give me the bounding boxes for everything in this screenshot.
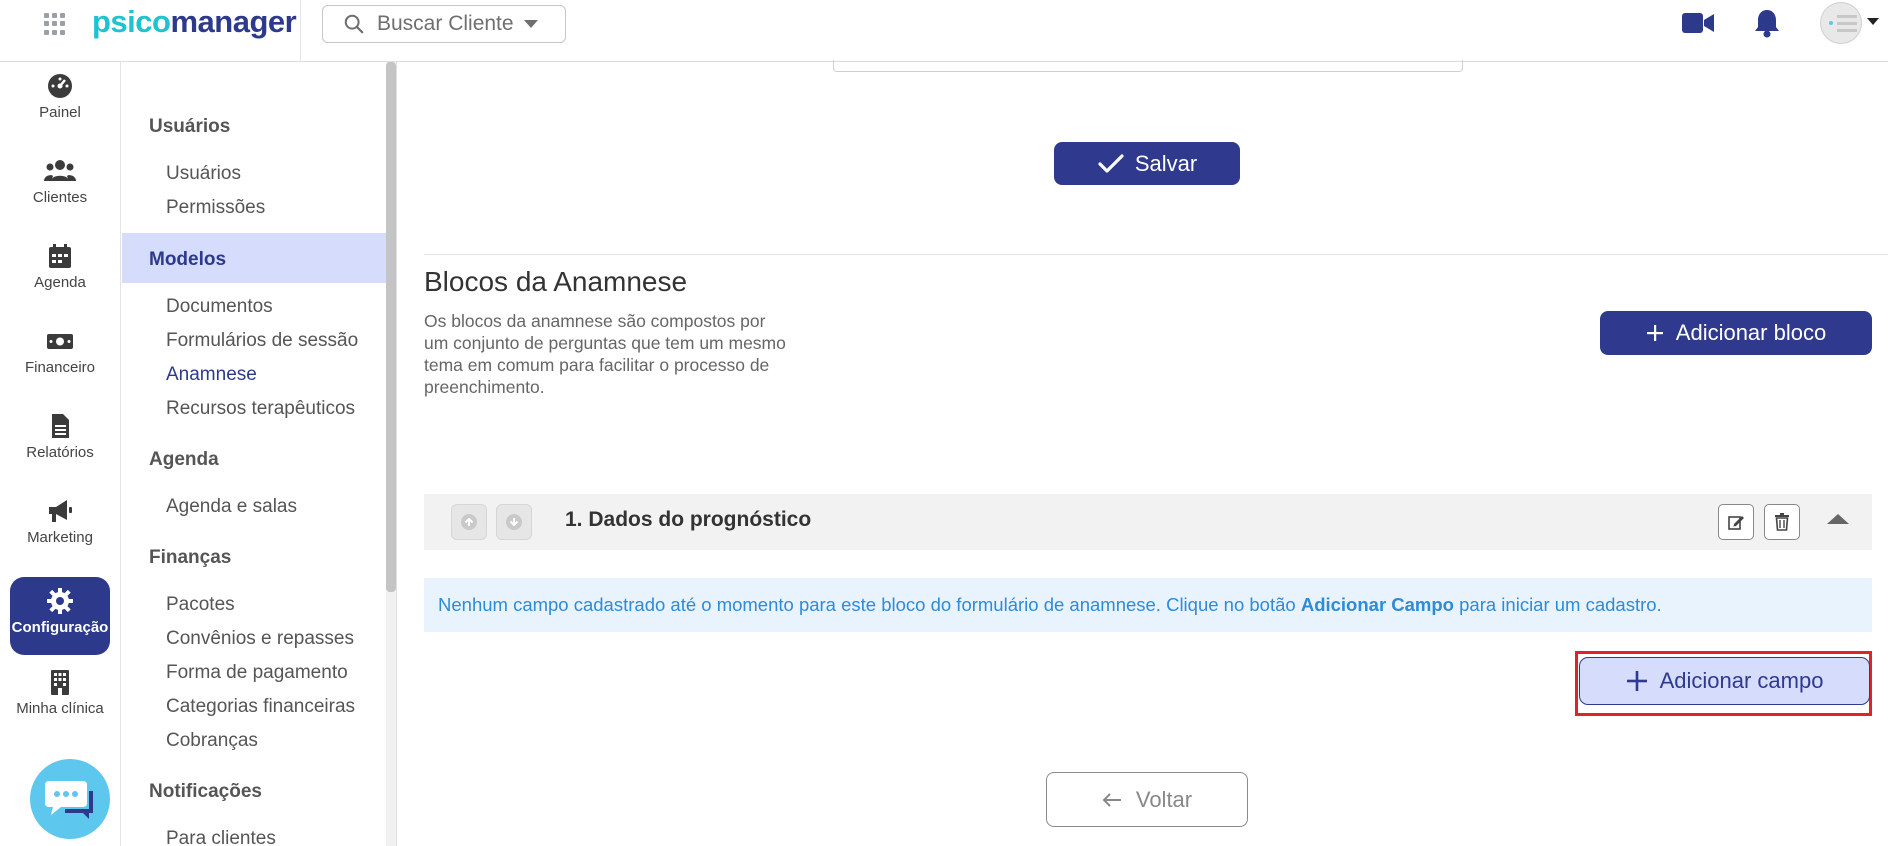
submenu-section-title: Notificações — [149, 781, 262, 802]
block-header-row: 1. Dados do prognóstico — [424, 494, 1872, 550]
arrow-left-icon — [1102, 792, 1121, 807]
add-field-button[interactable]: Adicionar campo — [1579, 657, 1870, 705]
move-up-button[interactable] — [451, 504, 487, 540]
submenu-section-title: Finanças — [149, 547, 232, 568]
submenu-link-convenios[interactable]: Convênios e repasses — [166, 628, 354, 650]
rail-item-label: Minha clínica — [16, 700, 104, 717]
block-title: 1. Dados do prognóstico — [565, 508, 812, 531]
divider — [300, 0, 301, 62]
save-label: Salvar — [1134, 150, 1198, 176]
text-input-partial[interactable] — [833, 60, 1463, 72]
submenu-link-usuarios[interactable]: Usuários — [166, 163, 241, 185]
avatar[interactable] — [1820, 2, 1862, 44]
edit-block-button[interactable] — [1718, 504, 1754, 540]
rail-item-label: Agenda — [34, 274, 86, 291]
dashboard-gauge-icon — [48, 74, 72, 98]
money-icon — [47, 334, 73, 349]
settings-submenu: Usuários Usuários Permissões Modelos Doc… — [122, 62, 386, 846]
avatar-image — [1829, 15, 1857, 32]
top-bar: psicomanager Buscar Cliente — [0, 0, 1888, 62]
chat-icon-graphic — [45, 781, 93, 819]
alert-bold-text: Adicionar Campo — [1300, 594, 1454, 615]
submenu-scrollbar-thumb[interactable] — [386, 62, 396, 592]
submenu-link-documentos[interactable]: Documentos — [166, 296, 273, 318]
video-camera-icon[interactable] — [1681, 11, 1715, 35]
rail-item-label: Relatórios — [26, 444, 94, 461]
rail-item-label: Marketing — [27, 529, 93, 546]
submenu-link-categorias[interactable]: Categorias financeiras — [166, 696, 355, 718]
submenu-link-anamnese[interactable]: Anamnese — [166, 364, 257, 386]
search-placeholder: Buscar Cliente — [377, 12, 514, 35]
submenu-section-title: Agenda — [149, 449, 219, 470]
rail-item-agenda[interactable]: Agenda — [10, 232, 110, 310]
add-block-label: Adicionar bloco — [1675, 320, 1827, 345]
add-block-button[interactable]: Adicionar bloco — [1600, 311, 1872, 355]
chat-bubble-icon[interactable] — [30, 759, 110, 839]
empty-fields-alert: Nenhum campo cadastrado até o momento pa… — [424, 578, 1872, 632]
rail-item-label: Configuração — [11, 619, 109, 636]
submenu-link-cobrancas[interactable]: Cobranças — [166, 730, 258, 752]
submenu-section-title[interactable]: Modelos — [149, 249, 226, 271]
submenu-link-permissoes[interactable]: Permissões — [166, 197, 265, 219]
document-icon — [52, 414, 69, 438]
rail-item-painel[interactable]: Painel — [10, 62, 110, 140]
rail-item-label: Financeiro — [24, 359, 96, 376]
logo[interactable]: psicomanager — [92, 4, 297, 40]
save-button[interactable]: Salvar — [1054, 142, 1240, 185]
plus-icon — [1626, 671, 1647, 691]
arrow-up-circle-icon — [461, 514, 477, 530]
rail-item-marketing[interactable]: Marketing — [10, 487, 110, 565]
chevron-down-icon[interactable] — [1867, 18, 1879, 25]
building-icon — [51, 670, 69, 695]
rail-item-label: Clientes — [32, 189, 88, 206]
alert-text-end: para iniciar um cadastro. — [1454, 594, 1662, 615]
divider — [424, 254, 1888, 255]
search-icon — [344, 14, 364, 34]
collapse-caret-icon[interactable] — [1827, 514, 1849, 524]
icon-sidebar: Painel Clientes Agenda Financeiro Relató… — [0, 62, 121, 846]
delete-block-button[interactable] — [1764, 504, 1800, 540]
rail-item-clientes[interactable]: Clientes — [10, 147, 110, 225]
submenu-link-pacotes[interactable]: Pacotes — [166, 594, 235, 616]
page-section-title: Blocos da Anamnese — [424, 266, 688, 297]
arrow-down-circle-icon — [506, 514, 522, 530]
submenu-link-recursos[interactable]: Recursos terapêuticos — [166, 398, 355, 420]
back-button[interactable]: Voltar — [1046, 772, 1248, 827]
divider — [396, 62, 397, 846]
trash-icon — [1775, 513, 1789, 531]
submenu-link-para-clientes[interactable]: Para clientes — [166, 828, 276, 846]
search-client-input[interactable]: Buscar Cliente — [322, 5, 566, 43]
gear-icon — [47, 588, 73, 614]
rail-item-minha-clinica[interactable]: Minha clínica — [10, 658, 110, 736]
alert-text: Nenhum campo cadastrado até o momento pa… — [438, 594, 1301, 615]
chevron-down-icon — [523, 20, 538, 28]
megaphone-icon — [49, 500, 72, 522]
rail-item-financeiro[interactable]: Financeiro — [10, 317, 110, 395]
add-field-label: Adicionar campo — [1659, 668, 1824, 693]
submenu-link-forma-pagamento[interactable]: Forma de pagamento — [166, 662, 348, 684]
submenu-section-title: Usuários — [149, 116, 231, 137]
submenu-link-agenda-salas[interactable]: Agenda e salas — [166, 496, 297, 518]
plus-icon — [1646, 325, 1663, 341]
move-down-button[interactable] — [496, 504, 532, 540]
apps-grid-icon[interactable] — [44, 13, 66, 35]
rail-item-relatorios[interactable]: Relatórios — [10, 402, 110, 480]
calendar-icon — [49, 244, 71, 268]
check-icon — [1098, 153, 1124, 173]
users-icon — [44, 160, 76, 181]
edit-icon — [1728, 516, 1744, 530]
back-label: Voltar — [1135, 786, 1193, 812]
bell-icon[interactable] — [1753, 8, 1781, 38]
rail-item-configuracao[interactable]: Configuração — [10, 577, 110, 655]
submenu-link-formularios[interactable]: Formulários de sessão — [166, 330, 358, 352]
rail-item-label: Painel — [39, 104, 81, 121]
section-description: Os blocos da anamnese são compostos por … — [424, 311, 786, 397]
